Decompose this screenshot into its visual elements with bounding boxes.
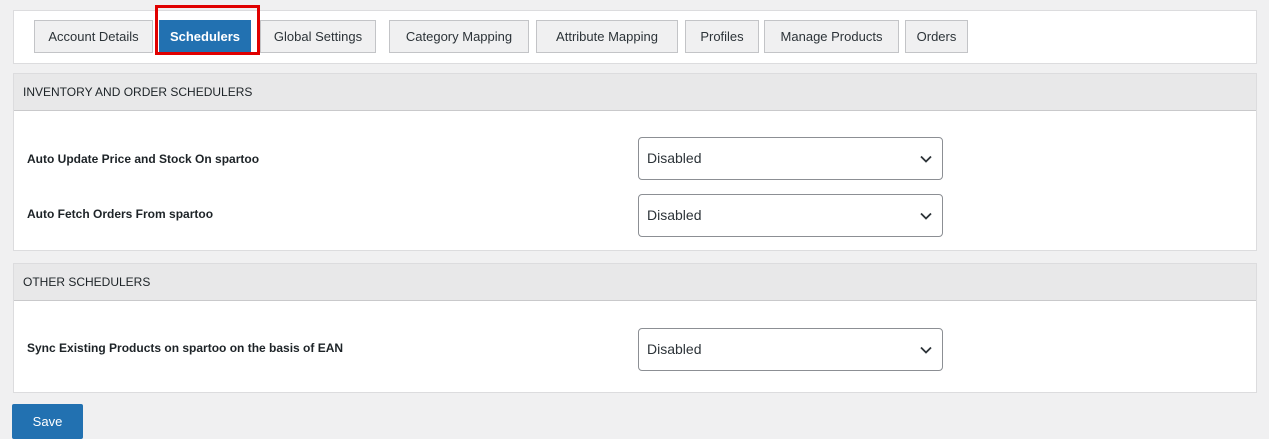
section-title: INVENTORY AND ORDER SCHEDULERS — [14, 74, 1256, 111]
inventory-order-schedulers-section: INVENTORY AND ORDER SCHEDULERS Auto Upda… — [13, 73, 1257, 251]
tab-category-mapping[interactable]: Category Mapping — [389, 20, 529, 53]
select-value: Disabled — [647, 150, 702, 166]
chevron-down-icon — [920, 138, 932, 179]
tab-attribute-mapping[interactable]: Attribute Mapping — [536, 20, 678, 53]
chevron-down-icon — [920, 329, 932, 370]
save-button[interactable]: Save — [12, 404, 83, 439]
select-value: Disabled — [647, 341, 702, 357]
tab-account-details[interactable]: Account Details — [34, 20, 153, 53]
section-title: OTHER SCHEDULERS — [14, 264, 1256, 301]
tab-bar: Account Details Schedulers Global Settin… — [13, 5, 1257, 64]
tab-orders[interactable]: Orders — [905, 20, 968, 53]
tab-manage-products[interactable]: Manage Products — [764, 20, 899, 53]
auto-fetch-orders-label: Auto Fetch Orders From spartoo — [27, 207, 214, 221]
chevron-down-icon — [920, 195, 932, 236]
auto-update-price-stock-select[interactable]: Disabled — [638, 137, 943, 180]
sync-existing-products-select[interactable]: Disabled — [638, 328, 943, 371]
auto-update-price-stock-label: Auto Update Price and Stock On spartoo — [27, 152, 260, 166]
tab-profiles[interactable]: Profiles — [685, 20, 759, 53]
tab-global-settings[interactable]: Global Settings — [260, 20, 376, 53]
other-schedulers-section: OTHER SCHEDULERS Sync Existing Products … — [13, 263, 1257, 393]
select-value: Disabled — [647, 207, 702, 223]
sync-existing-products-label: Sync Existing Products on spartoo on the… — [27, 341, 344, 355]
auto-fetch-orders-select[interactable]: Disabled — [638, 194, 943, 237]
tab-schedulers[interactable]: Schedulers — [159, 20, 251, 53]
